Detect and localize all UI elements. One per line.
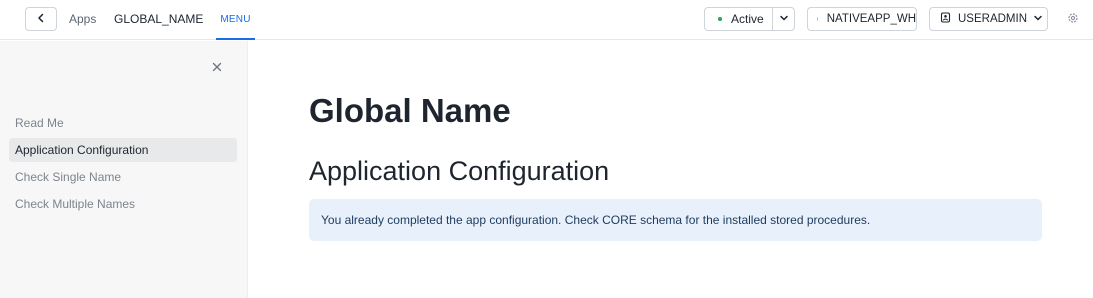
sidebar-item-application-configuration[interactable]: Application Configuration <box>9 138 237 162</box>
tab-menu[interactable]: MENU <box>216 0 255 40</box>
chevron-left-icon <box>36 10 46 28</box>
user-badge-icon <box>940 12 951 26</box>
role-label: USERADMIN <box>958 13 1028 25</box>
sidebar-item-read-me[interactable]: Read Me <box>9 111 237 135</box>
role-selector[interactable]: USERADMIN <box>929 7 1048 31</box>
top-bar: Apps GLOBAL_NAME MENU Active NATIVEAPP_W… <box>0 0 1093 40</box>
status-dot-icon <box>718 17 722 21</box>
sidebar-item-check-multiple-names[interactable]: Check Multiple Names <box>9 192 237 216</box>
chevron-down-icon <box>1033 13 1043 26</box>
warehouse-status-dot-icon <box>817 17 818 21</box>
page-title: Global Name <box>309 92 511 129</box>
status-selector[interactable]: Active <box>704 7 795 31</box>
alert-text: You already completed the app configurat… <box>321 213 871 227</box>
back-button[interactable] <box>25 7 57 31</box>
close-icon[interactable] <box>210 60 224 74</box>
warehouse-selector[interactable]: NATIVEAPP_WH <box>807 7 917 31</box>
sidebar-item-check-single-name[interactable]: Check Single Name <box>9 165 237 189</box>
status-dropdown-button[interactable] <box>773 8 794 30</box>
gear-icon[interactable] <box>1066 11 1080 25</box>
sidebar: Read Me Application Configuration Check … <box>0 41 248 298</box>
section-title: Application Configuration <box>309 156 610 186</box>
chevron-down-icon <box>779 10 789 28</box>
breadcrumb-app-name: GLOBAL_NAME <box>114 12 204 26</box>
info-alert: You already completed the app configurat… <box>309 199 1042 241</box>
status-label: Active <box>731 12 764 26</box>
status-button[interactable]: Active <box>705 8 773 30</box>
warehouse-label: NATIVEAPP_WH <box>826 13 916 25</box>
breadcrumb-apps[interactable]: Apps <box>69 12 96 26</box>
